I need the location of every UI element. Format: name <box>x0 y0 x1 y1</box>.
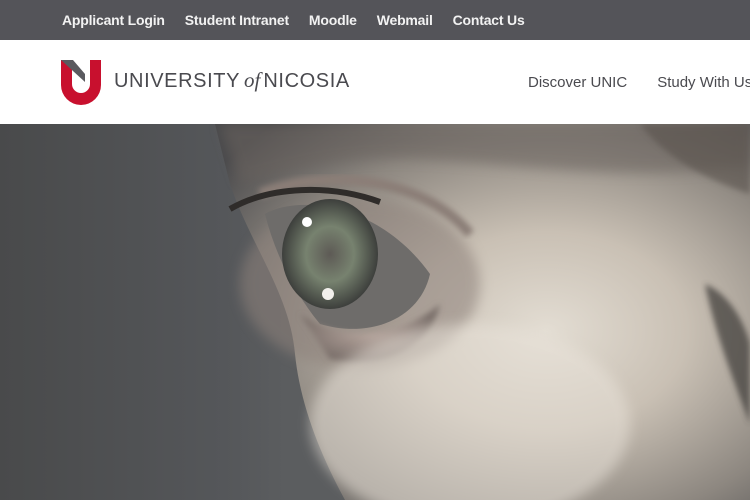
webmail-link[interactable]: Webmail <box>377 12 433 28</box>
utility-bar: Applicant Login Student Intranet Moodle … <box>0 0 750 40</box>
logo-wordmark: UNIVERSITY of NICOSIA <box>114 68 350 93</box>
logo-word-university: UNIVERSITY <box>114 69 241 92</box>
student-intranet-link[interactable]: Student Intranet <box>185 12 289 28</box>
unic-logo-icon <box>61 59 101 105</box>
main-nav: Discover UNIC Study With Us <box>528 74 750 91</box>
logo-word-nicosia: NICOSIA <box>263 69 350 92</box>
site-header: UNIVERSITY of NICOSIA Discover UNIC Stud… <box>0 40 750 124</box>
nav-study-with-us[interactable]: Study With Us <box>657 74 750 91</box>
nav-discover-unic[interactable]: Discover UNIC <box>528 74 627 91</box>
moodle-link[interactable]: Moodle <box>309 12 357 28</box>
logo-word-of: of <box>244 67 261 92</box>
hero-banner <box>0 124 750 500</box>
hero-eye-image <box>0 124 750 500</box>
contact-us-link[interactable]: Contact Us <box>453 12 525 28</box>
university-logo[interactable]: UNIVERSITY of NICOSIA <box>61 59 350 105</box>
applicant-login-link[interactable]: Applicant Login <box>62 12 165 28</box>
